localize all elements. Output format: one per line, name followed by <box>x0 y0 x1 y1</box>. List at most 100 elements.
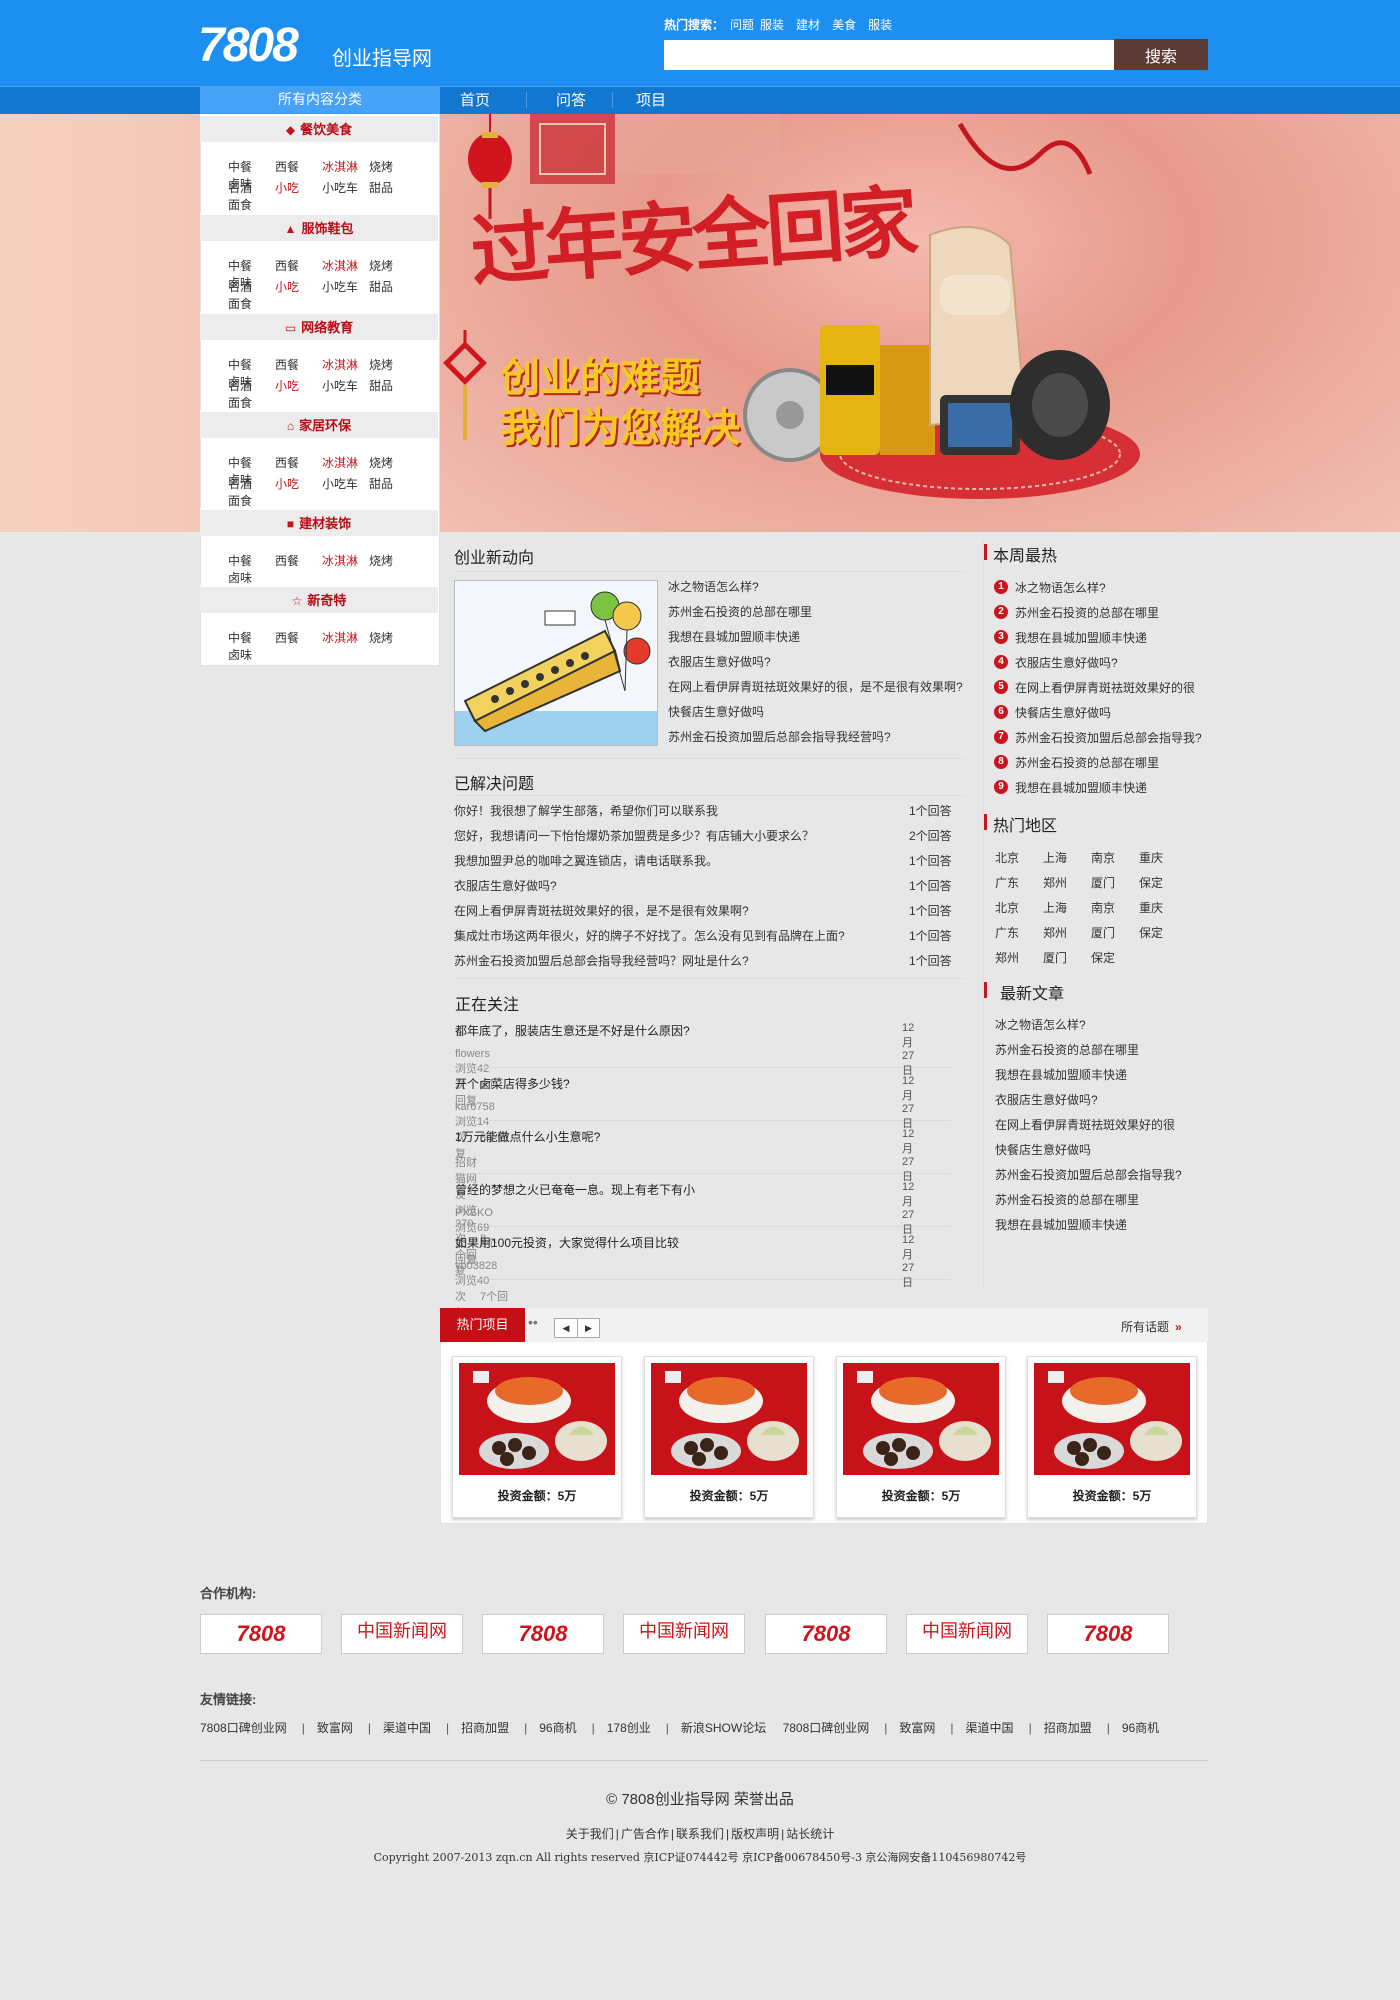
friend-link[interactable]: 新浪SHOW论坛 <box>681 1721 766 1735</box>
solved-row[interactable]: 在网上看伊屏青斑祛斑效果好的很，是不是很有效果啊? 1个回答 <box>454 902 954 920</box>
partner-logo[interactable]: 7808 <box>1047 1614 1169 1654</box>
region-link[interactable]: 保定 <box>1139 924 1187 941</box>
latest-article-link[interactable]: 我想在县城加盟顺丰快递 <box>995 1066 1127 1083</box>
region-link[interactable]: 北京 <box>995 849 1043 866</box>
news-link[interactable]: 冰之物语怎么样? <box>668 578 759 595</box>
solved-row[interactable]: 您好，我想请问一下怡怡爆奶茶加盟费是多少？有店铺大小要求么？ 2个回答 <box>454 827 954 845</box>
news-link[interactable]: 苏州金石投资的总部在哪里 <box>668 603 812 620</box>
category-link[interactable]: 冰淇淋 <box>322 356 369 373</box>
category-link[interactable]: 西餐 <box>275 257 322 274</box>
all-categories-tab[interactable]: 所有内容分类 <box>200 86 440 114</box>
category-link[interactable]: 名酒 <box>228 377 275 394</box>
category-link[interactable]: 小吃 <box>275 278 322 295</box>
project-image[interactable] <box>843 1363 999 1475</box>
partner-logo[interactable]: 中国新闻网 <box>623 1614 745 1654</box>
region-link[interactable]: 南京 <box>1091 899 1139 916</box>
weekly-hot-link[interactable]: 衣服店生意好做吗? <box>1015 654 1118 671</box>
news-link[interactable]: 衣服店生意好做吗? <box>668 653 771 670</box>
project-image[interactable] <box>459 1363 615 1475</box>
solved-row[interactable]: 衣服店生意好做吗? 1个回答 <box>454 877 954 895</box>
region-link[interactable]: 厦门 <box>1091 874 1139 891</box>
latest-article-link[interactable]: 衣服店生意好做吗? <box>995 1091 1098 1108</box>
category-link[interactable]: 甜品 <box>369 179 416 196</box>
region-link[interactable]: 重庆 <box>1139 899 1187 916</box>
category-link[interactable]: 面食 <box>228 394 275 411</box>
following-title[interactable]: 1万元能做点什么小生意呢? <box>455 1128 600 1145</box>
category-link[interactable]: 面食 <box>228 492 275 509</box>
friend-link[interactable]: 7808口碑创业网 <box>200 1721 287 1735</box>
weekly-hot-link[interactable]: 苏州金石投资的总部在哪里 <box>1015 604 1159 621</box>
partner-logo[interactable]: 7808 <box>200 1614 322 1654</box>
all-topics-link[interactable]: 所有话题 » <box>1121 1318 1182 1335</box>
latest-article-link[interactable]: 冰之物语怎么样? <box>995 1016 1086 1033</box>
friend-link[interactable]: 致富网 <box>317 1721 353 1735</box>
region-link[interactable]: 郑州 <box>1043 924 1091 941</box>
category-link[interactable]: 中餐 <box>228 257 275 274</box>
search-input[interactable] <box>664 40 1114 70</box>
project-image[interactable] <box>1034 1363 1190 1475</box>
following-title[interactable]: 曾经的梦想之火已奄奄一息。现上有老下有小 <box>455 1181 695 1198</box>
region-link[interactable]: 保定 <box>1091 949 1139 966</box>
category-link[interactable]: 小吃车 <box>322 475 369 492</box>
category-link[interactable]: 西餐 <box>275 454 322 471</box>
category-link[interactable]: 烧烤 <box>369 629 416 646</box>
region-link[interactable]: 上海 <box>1043 849 1091 866</box>
weekly-hot-link[interactable]: 苏州金石投资加盟后总部会指导我? <box>1015 729 1202 746</box>
news-link[interactable]: 在网上看伊屏青斑祛斑效果好的很，是不是很有效果啊? <box>668 678 963 695</box>
solved-row[interactable]: 你好！我很想了解学生部落，希望你们可以联系我 1个回答 <box>454 802 954 820</box>
category-link[interactable]: 西餐 <box>275 158 322 175</box>
weekly-hot-link[interactable]: 快餐店生意好做吗 <box>1015 704 1111 721</box>
following-user[interactable]: kar6758 <box>455 1101 495 1113</box>
category-link[interactable]: 名酒 <box>228 179 275 196</box>
category-link[interactable]: 西餐 <box>275 356 322 373</box>
project-card[interactable]: 投资金额：5万 <box>452 1356 622 1518</box>
friend-link[interactable]: 渠道中国 <box>383 1721 431 1735</box>
category-link[interactable]: 中餐 <box>228 454 275 471</box>
category-link[interactable]: 面食 <box>228 196 275 213</box>
friend-link[interactable]: 招商加盟 <box>461 1721 509 1735</box>
hot-search-link[interactable]: 建材 <box>796 18 820 32</box>
category-link[interactable]: 卤味 <box>228 646 275 663</box>
category-link[interactable]: 小吃 <box>275 475 322 492</box>
partner-logo[interactable]: 7808 <box>482 1614 604 1654</box>
friend-link[interactable]: 招商加盟 <box>1044 1721 1092 1735</box>
category-header[interactable]: ▭ 网络教育 <box>200 312 438 340</box>
region-link[interactable]: 郑州 <box>1043 874 1091 891</box>
category-link[interactable]: 冰淇淋 <box>322 158 369 175</box>
category-link[interactable]: 名酒 <box>228 475 275 492</box>
category-link[interactable]: 中餐 <box>228 356 275 373</box>
category-header[interactable]: ◆ 餐饮美食 <box>200 114 438 142</box>
news-link[interactable]: 我想在县城加盟顺丰快递 <box>668 628 800 645</box>
partner-logo[interactable]: 中国新闻网 <box>341 1614 463 1654</box>
solved-row[interactable]: 集成灶市场这两年很火，好的牌子不好找了。怎么没有见到有品牌在上面? 1个回答 <box>454 927 954 945</box>
category-link[interactable]: 烧烤 <box>369 257 416 274</box>
friend-link[interactable]: 7808口碑创业网 <box>783 1721 870 1735</box>
category-link[interactable]: 名酒 <box>228 278 275 295</box>
category-link[interactable]: 小吃车 <box>322 377 369 394</box>
category-link[interactable]: 卤味 <box>228 569 275 586</box>
partner-logo[interactable]: 7808 <box>765 1614 887 1654</box>
nav-qa[interactable]: 问答 <box>556 86 586 114</box>
following-title[interactable]: 开个卤菜店得多少钱? <box>455 1075 570 1092</box>
latest-article-link[interactable]: 快餐店生意好做吗 <box>995 1141 1091 1158</box>
category-header[interactable]: ⌂ 家居环保 <box>200 410 438 438</box>
project-card[interactable]: 投资金额：5万 <box>836 1356 1006 1518</box>
weekly-hot-link[interactable]: 冰之物语怎么样? <box>1015 579 1106 596</box>
category-link[interactable]: 小吃车 <box>322 278 369 295</box>
friend-link[interactable]: 178创业 <box>607 1721 651 1735</box>
following-title[interactable]: 都年底了，服装店生意还是不好是什么原因? <box>455 1022 690 1039</box>
category-header[interactable]: ■ 建材装饰 <box>200 508 438 536</box>
following-user[interactable]: yb03828 <box>455 1260 497 1272</box>
category-header[interactable]: ☆ 新奇特 <box>200 585 438 613</box>
region-link[interactable]: 厦门 <box>1091 924 1139 941</box>
arrow-left-icon[interactable]: ◀ <box>555 1319 577 1337</box>
category-link[interactable]: 冰淇淋 <box>322 552 369 569</box>
nav-home[interactable]: 首页 <box>460 86 490 114</box>
weekly-hot-link[interactable]: 我想在县城加盟顺丰快递 <box>1015 779 1147 796</box>
following-user[interactable]: flowers <box>455 1048 490 1060</box>
region-link[interactable]: 南京 <box>1091 849 1139 866</box>
category-link[interactable]: 冰淇淋 <box>322 257 369 274</box>
news-cartoon-image[interactable] <box>454 580 658 746</box>
region-link[interactable]: 郑州 <box>995 949 1043 966</box>
category-link[interactable]: 西餐 <box>275 552 322 569</box>
